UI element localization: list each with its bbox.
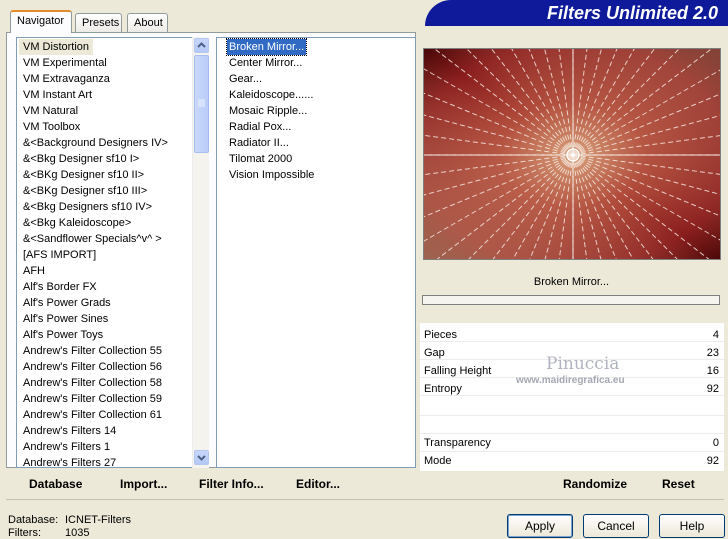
category-item[interactable]: Andrew's Filters 14 <box>19 423 120 439</box>
category-item[interactable]: &<Background Designers IV> <box>19 135 172 151</box>
category-item[interactable]: Andrew's Filter Collection 55 <box>19 343 166 359</box>
tab-presets[interactable]: Presets <box>75 13 122 32</box>
progress-bar <box>422 295 720 305</box>
filter-item[interactable]: Radial Pox... <box>227 119 293 135</box>
category-item[interactable]: Andrew's Filter Collection 61 <box>19 407 166 423</box>
param-value: 0 <box>712 437 719 449</box>
database-status-label: Database: <box>8 514 59 526</box>
scroll-thumb[interactable] <box>194 55 209 153</box>
editor-button[interactable]: Editor... <box>296 476 340 492</box>
category-item[interactable]: VM Distortion <box>19 39 94 55</box>
category-item[interactable]: &<Bkg Kaleidoscope> <box>19 215 135 231</box>
watermark-site: www.maidiregrafica.eu <box>516 375 625 386</box>
filter-item[interactable]: Mosaic Ripple... <box>227 103 309 119</box>
cancel-button[interactable]: Cancel <box>583 514 649 538</box>
category-item[interactable]: Andrew's Filters 1 <box>19 439 114 455</box>
category-item[interactable]: VM Instant Art <box>19 87 96 103</box>
filter-info-button[interactable]: Filter Info... <box>199 476 264 492</box>
filter-item[interactable]: Vision Impossible <box>227 167 316 183</box>
category-item[interactable]: Andrew's Filters 27 <box>19 455 120 467</box>
watermark-name: Pinuccia <box>546 354 620 374</box>
param-value: 4 <box>712 329 719 341</box>
param-value: 16 <box>706 365 719 377</box>
database-status: Database: ICNET-Filters <box>8 514 131 526</box>
category-item[interactable]: Andrew's Filter Collection 58 <box>19 375 166 391</box>
filter-item[interactable]: Gear... <box>227 71 264 87</box>
filter-item[interactable]: Radiator II... <box>227 135 291 151</box>
current-filter-name: Broken Mirror... <box>420 270 723 294</box>
param-label: Transparency <box>424 437 491 449</box>
param-label: Entropy <box>424 383 462 395</box>
category-item[interactable]: &<Bkg Designers sf10 IV> <box>19 199 156 215</box>
category-item[interactable]: Alf's Power Sines <box>19 311 112 327</box>
category-item[interactable]: &<BKg Designer sf10 III> <box>19 183 151 199</box>
param-label: Mode <box>424 455 452 467</box>
grip-icon <box>198 99 205 107</box>
category-item[interactable]: [AFS IMPORT] <box>19 247 100 263</box>
import-button[interactable]: Import... <box>120 476 167 492</box>
param-value: 23 <box>706 347 719 359</box>
category-item[interactable]: Alf's Power Toys <box>19 327 107 343</box>
help-button[interactable]: Help <box>659 514 725 538</box>
param-value: 92 <box>706 383 719 395</box>
apply-button[interactable]: Apply <box>507 514 573 538</box>
category-item[interactable]: Alf's Power Grads <box>19 295 115 311</box>
app-title: Filters Unlimited 2.0 <box>425 0 728 26</box>
tab-about[interactable]: About <box>127 13 168 32</box>
chevron-up-icon[interactable] <box>194 38 209 53</box>
divider <box>6 499 724 500</box>
reset-button[interactable]: Reset <box>662 476 695 492</box>
category-item[interactable]: VM Experimental <box>19 55 111 71</box>
category-list[interactable]: VM Distortion VM Experimental VM Extravaga… <box>16 37 208 468</box>
category-item[interactable]: Andrew's Filter Collection 59 <box>19 391 166 407</box>
param-value: 92 <box>706 455 719 467</box>
param-mode[interactable]: Mode 92 <box>424 452 722 470</box>
filters-status-label: Filters: <box>8 527 41 539</box>
category-item[interactable]: AFH <box>19 263 49 279</box>
preview-image <box>423 48 721 260</box>
category-item[interactable]: &<Bkg Designer sf10 I> <box>19 151 143 167</box>
category-scrollbar[interactable] <box>192 37 209 468</box>
category-item[interactable]: VM Toolbox <box>19 119 84 135</box>
database-button[interactable]: Database <box>29 476 82 492</box>
param-label: Pieces <box>424 329 458 341</box>
category-item[interactable]: VM Extravaganza <box>19 71 114 87</box>
param-pieces[interactable]: Pieces 4 <box>424 326 722 344</box>
filter-item[interactable]: Center Mirror... <box>227 55 304 71</box>
param-label: Gap <box>424 347 445 359</box>
category-item[interactable]: VM Natural <box>19 103 82 119</box>
filter-list[interactable]: Broken Mirror... Center Mirror... Gear... K… <box>216 37 416 468</box>
category-item[interactable]: &<BKg Designer sf10 II> <box>19 167 148 183</box>
filter-item[interactable]: Kaleidoscope...... <box>227 87 315 103</box>
filter-item[interactable]: Tilomat 2000 <box>227 151 294 167</box>
randomize-button[interactable]: Randomize <box>563 476 627 492</box>
param-label: Falling Height <box>424 365 492 377</box>
tab-navigator[interactable]: Navigator <box>10 10 72 33</box>
database-status-value: ICNET-Filters <box>65 514 131 526</box>
category-item[interactable]: Andrew's Filter Collection 56 <box>19 359 166 375</box>
chevron-down-icon[interactable] <box>194 450 209 465</box>
category-item[interactable]: Alf's Border FX <box>19 279 101 295</box>
param-transparency[interactable]: Transparency 0 <box>424 434 722 452</box>
category-item[interactable]: &<Sandflower Specials^v^ > <box>19 231 166 247</box>
filter-item[interactable]: Broken Mirror... <box>225 38 308 56</box>
filters-status-value: 1035 <box>65 527 90 539</box>
filters-status: Filters: 1035 <box>8 527 89 539</box>
